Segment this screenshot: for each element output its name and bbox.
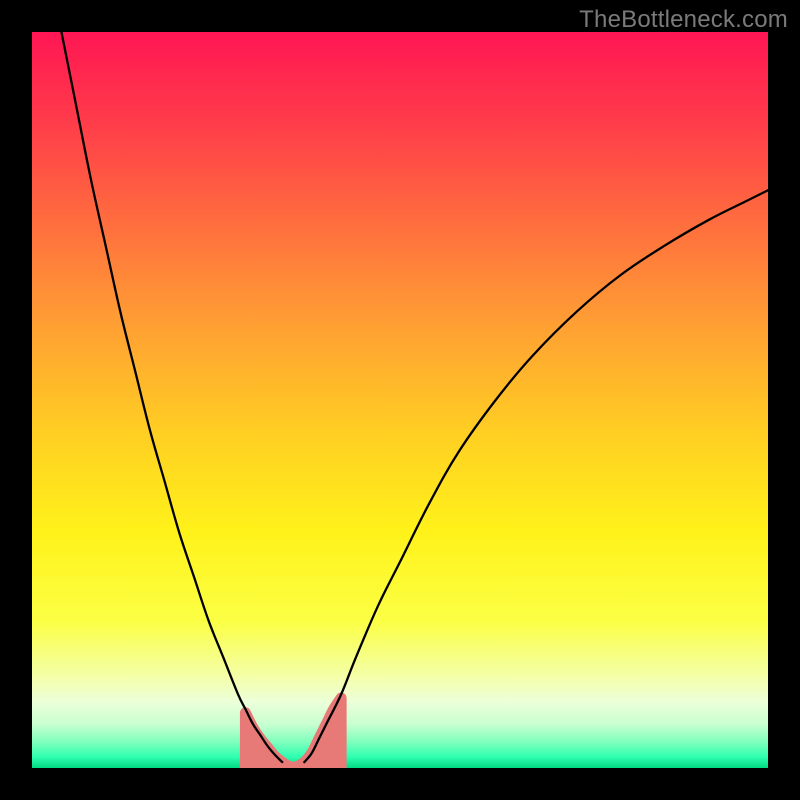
right-curve: [304, 190, 768, 762]
left-curve: [61, 32, 282, 762]
chart-frame: TheBottleneck.com: [0, 0, 800, 800]
plot-area: [32, 32, 768, 768]
watermark-text: TheBottleneck.com: [579, 6, 788, 34]
chart-curves: [32, 32, 768, 768]
